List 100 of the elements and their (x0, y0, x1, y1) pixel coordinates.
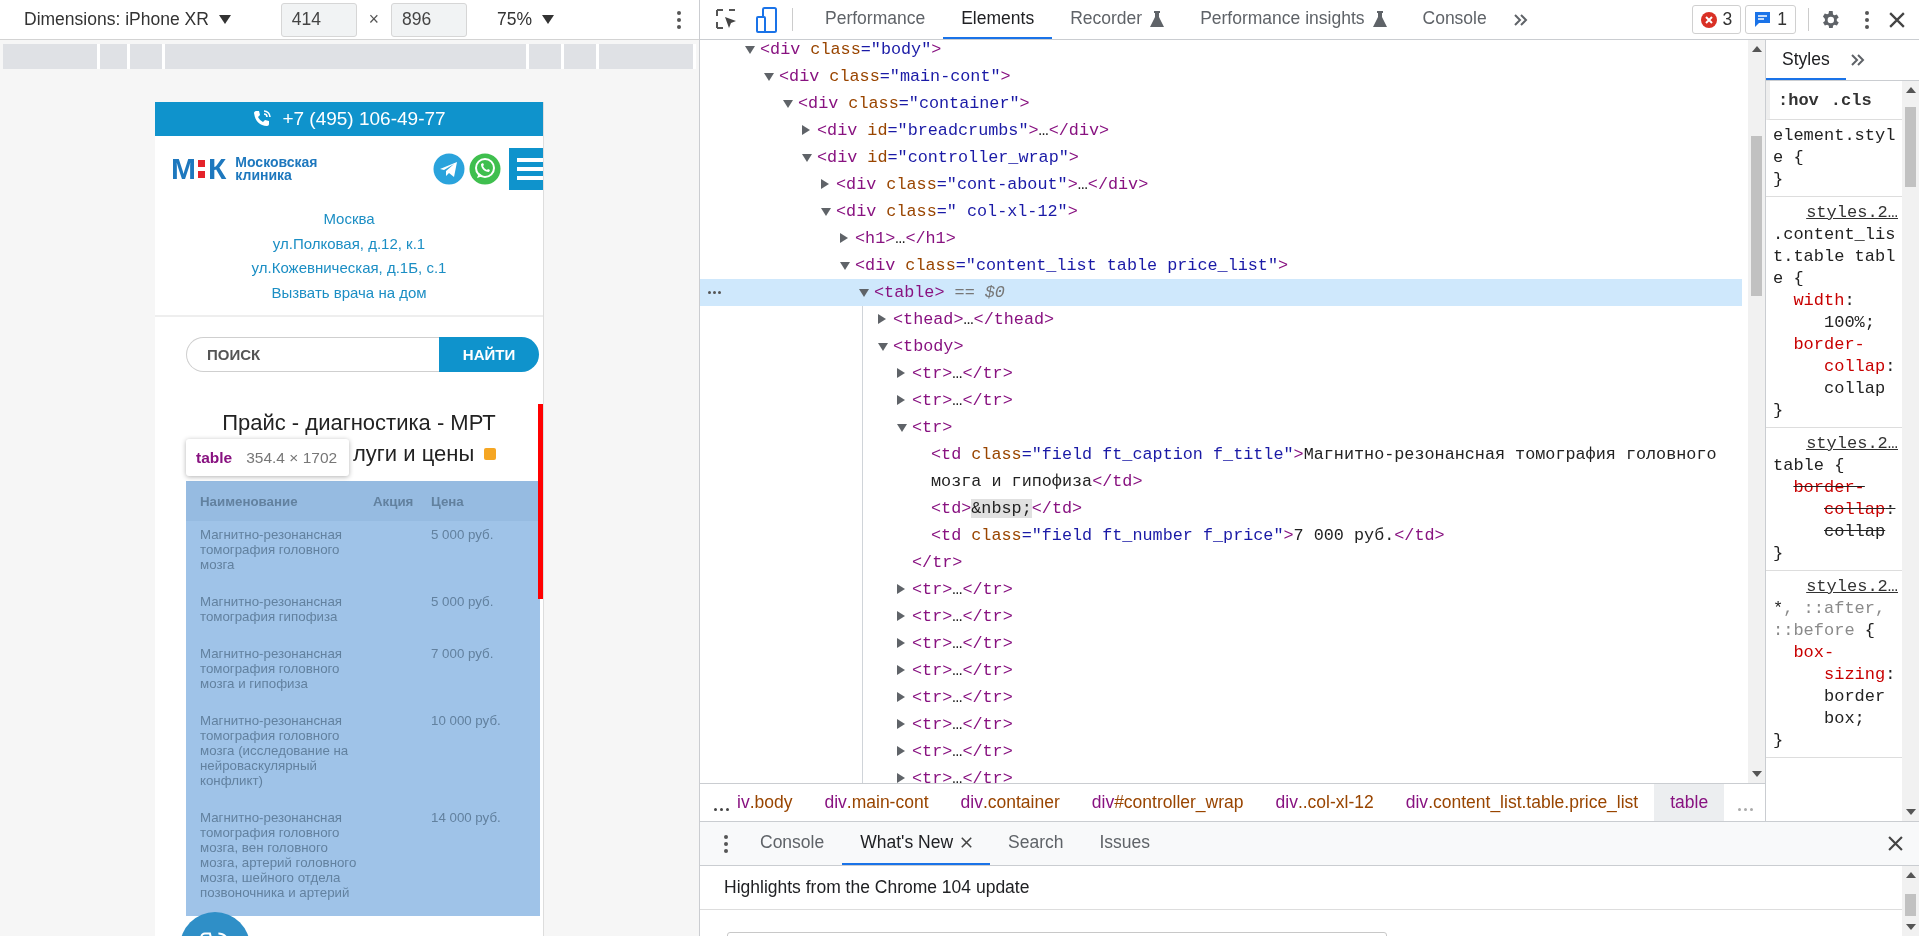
dom-node[interactable]: <td>&nbsp;</td> (700, 495, 1742, 522)
menu-icon[interactable] (509, 148, 543, 190)
search-field[interactable]: ПОИСК (186, 337, 439, 372)
dom-node[interactable]: <div id="breadcrumbs">…</div> (700, 117, 1742, 144)
sidebar-tab[interactable]: Styles (1766, 40, 1846, 80)
dom-node[interactable]: <tr>…</tr> (700, 711, 1742, 738)
dom-node[interactable]: <tr> (700, 414, 1742, 441)
address-link[interactable]: Москва (323, 207, 375, 232)
paper-plane-icon[interactable] (433, 153, 465, 185)
message-badge[interactable]: 1 (1745, 5, 1796, 34)
logo[interactable]: М К (171, 152, 226, 186)
scrollbar[interactable] (1748, 40, 1765, 783)
dom-node[interactable]: <tr>…</tr> (700, 360, 1742, 387)
css-property[interactable]: box-sizing: border box; (1773, 642, 1898, 730)
drawer-tab[interactable]: Console (742, 822, 843, 865)
dom-node[interactable]: <tr>…</tr> (700, 765, 1742, 783)
drawer-tab[interactable]: Issues (1081, 822, 1169, 865)
dom-node[interactable]: <td class="field ft_number f_price">7 000 руб.</td> (700, 522, 1742, 549)
drawer-tab[interactable]: What's New (842, 822, 991, 865)
dom-node[interactable]: <td class="field ft_caption f_title">Магнитно-резонансная томография головного мозга и гипофиза</td> (700, 441, 1742, 495)
times-sign: × (368, 9, 380, 30)
panel-tab[interactable]: Recorder (1052, 0, 1183, 39)
zoom-dropdown[interactable]: 75% (495, 7, 557, 32)
disclosure-triangle-icon[interactable] (897, 692, 905, 702)
disclosure-triangle-icon[interactable] (802, 154, 812, 162)
breadcrumb[interactable]: div.main-cont (808, 784, 945, 821)
scrollbar[interactable] (1902, 81, 1919, 821)
breadcrumb[interactable]: table (1654, 784, 1725, 821)
css-property[interactable]: border-collap: collap (1773, 477, 1898, 543)
drawer-tab[interactable]: Search (990, 822, 1082, 865)
dom-node[interactable]: <tr>…</tr> (700, 738, 1742, 765)
panel-tab[interactable]: Elements (943, 0, 1053, 39)
disclosure-triangle-icon[interactable] (897, 773, 905, 783)
disclosure-triangle-icon[interactable] (897, 611, 905, 621)
dom-node[interactable]: <div class="cont-about">…</div> (700, 171, 1742, 198)
breadcrumb[interactable]: div.content_list.table.price_list (1389, 784, 1655, 821)
breadcrumb[interactable]: div.container (944, 784, 1076, 821)
dom-node[interactable]: <div class="container"> (700, 90, 1742, 117)
dom-node[interactable]: <h1>…</h1> (700, 225, 1742, 252)
dom-node[interactable]: <tr>…</tr> (700, 657, 1742, 684)
panel-tab[interactable]: Console (1404, 0, 1505, 39)
address-link[interactable]: Вызвать врача на дом (271, 280, 427, 305)
disclosure-triangle-icon[interactable] (821, 208, 831, 216)
dom-node[interactable]: <div class=" col-xl-12"> (700, 198, 1742, 225)
disclosure-triangle-icon[interactable] (897, 395, 905, 405)
disclosure-triangle-icon[interactable] (897, 638, 905, 648)
close-icon[interactable] (1888, 836, 1903, 851)
error-badge[interactable]: 3 (1691, 5, 1742, 34)
panel-tab[interactable]: Performance insights (1182, 0, 1405, 39)
dom-node[interactable]: <div class="main-cont"> (700, 63, 1742, 90)
device-toolbar-icon[interactable] (756, 5, 778, 34)
source-link[interactable]: styles.2… (1773, 576, 1898, 598)
dom-node[interactable]: <table> == $0 (700, 279, 1742, 306)
disclosure-triangle-icon[interactable] (783, 100, 793, 108)
close-icon[interactable] (1889, 11, 1905, 28)
dom-node[interactable]: <div id="controller_wrap"> (700, 144, 1742, 171)
disclosure-triangle-icon[interactable] (897, 368, 905, 378)
more-icon[interactable] (708, 291, 721, 294)
disclosure-triangle-icon[interactable] (821, 179, 829, 189)
filter-toggle[interactable]: :hov (1778, 90, 1819, 110)
device-dropdown[interactable]: Dimensions: iPhone XR (22, 7, 233, 32)
dom-node[interactable]: <div class="body"> (700, 40, 1742, 63)
disclosure-triangle-icon[interactable] (897, 665, 905, 675)
breadcrumb[interactable]: div..col-xl-12 (1259, 784, 1390, 821)
close-icon[interactable] (961, 837, 973, 848)
width-field[interactable]: 414 (280, 2, 357, 37)
breadcrumb[interactable]: iv.body (735, 784, 809, 821)
panel-tab[interactable]: Performance (807, 0, 944, 39)
dom-node[interactable]: <tr>…</tr> (700, 603, 1742, 630)
breadcrumb[interactable]: div#controller_wrap (1075, 784, 1260, 821)
double-chevron-icon[interactable] (1849, 53, 1866, 67)
disclosure-triangle-icon[interactable] (878, 343, 888, 351)
disclosure-triangle-icon[interactable] (840, 233, 848, 243)
disclosure-triangle-icon[interactable] (897, 719, 905, 729)
source-link[interactable]: styles.2… (1773, 433, 1898, 455)
dom-node[interactable]: <tbody> (700, 333, 1742, 360)
disclosure-triangle-icon[interactable] (745, 46, 755, 54)
disclosure-triangle-icon[interactable] (859, 289, 869, 297)
disclosure-triangle-icon[interactable] (764, 73, 774, 81)
dom-node[interactable]: <tr>…</tr> (700, 630, 1742, 657)
dom-node[interactable]: <div class="content_list table price_list"> (700, 252, 1742, 279)
address-link[interactable]: ул.Кожевническая, д.1Б, с.1 (251, 256, 447, 281)
disclosure-triangle-icon[interactable] (897, 584, 905, 594)
disclosure-triangle-icon[interactable] (897, 424, 907, 432)
disclosure-triangle-icon[interactable] (840, 262, 850, 270)
css-property[interactable]: width: 100%; (1773, 290, 1898, 334)
disclosure-triangle-icon[interactable] (878, 314, 886, 324)
dom-node[interactable]: <thead>…</thead> (700, 306, 1742, 333)
dom-node[interactable]: <tr>…</tr> (700, 387, 1742, 414)
address-link[interactable]: ул.Полковая, д.12, к.1 (272, 231, 426, 256)
disclosure-triangle-icon[interactable] (802, 125, 810, 135)
disclosure-triangle-icon[interactable] (897, 746, 905, 756)
filter-toggle[interactable]: .cls (1830, 90, 1872, 110)
scrollbar[interactable] (1902, 866, 1919, 936)
dom-node[interactable]: <tr>…</tr> (700, 576, 1742, 603)
double-chevron-icon[interactable] (1512, 12, 1529, 27)
css-property[interactable]: border-collap: collap (1773, 334, 1898, 400)
source-link[interactable]: styles.2… (1773, 202, 1898, 224)
height-field[interactable]: 896 (391, 2, 468, 37)
dom-node[interactable]: <tr>…</tr> (700, 684, 1742, 711)
